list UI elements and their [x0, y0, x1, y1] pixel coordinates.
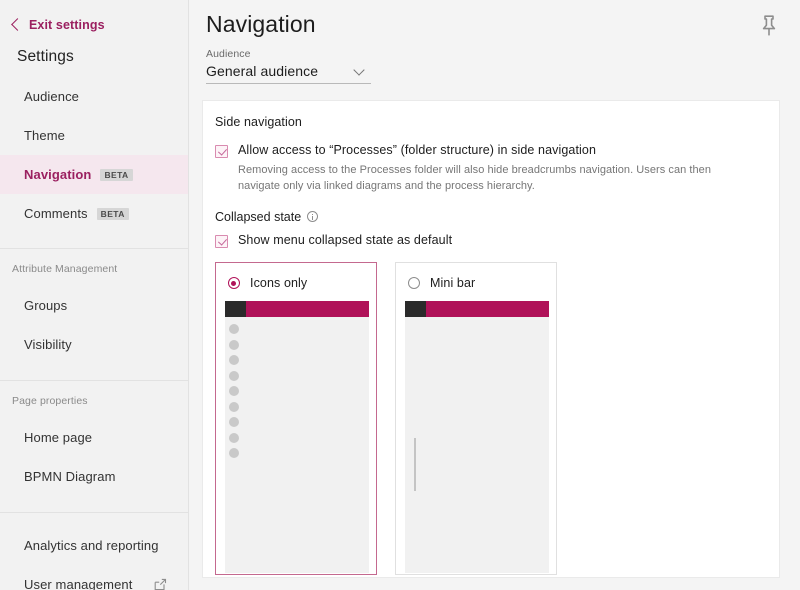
- mock-dot: [229, 324, 239, 335]
- processes-access-checkbox[interactable]: [215, 145, 228, 158]
- mock-dot: [229, 448, 239, 459]
- sidebar-item-analytics-and-reporting[interactable]: Analytics and reporting: [0, 526, 188, 565]
- collapsed-state-heading: Collapsed state: [215, 209, 302, 224]
- mock-accent-bar: [426, 301, 549, 318]
- radio-mini-bar[interactable]: [408, 277, 420, 290]
- settings-sidebar: Exit settings Settings Audience Theme Na…: [0, 0, 189, 590]
- sidebar-item-groups[interactable]: Groups: [0, 286, 188, 325]
- sidebar-item-visibility[interactable]: Visibility: [0, 325, 188, 364]
- sidebar-item-user-management[interactable]: User management: [0, 565, 188, 590]
- info-icon[interactable]: [307, 211, 319, 223]
- audience-label: Audience: [206, 48, 251, 60]
- sidebar-item-label: Audience: [24, 89, 80, 104]
- sidebar-item-bpmn-diagram[interactable]: BPMN Diagram: [0, 457, 188, 496]
- mock-dot: [229, 339, 239, 350]
- side-navigation-heading: Side navigation: [215, 115, 302, 129]
- chevron-down-icon: [353, 63, 365, 76]
- mock-dot: [229, 355, 239, 366]
- collapsed-default-setting: Show menu collapsed state as default: [215, 233, 779, 249]
- mock-dot: [229, 386, 239, 397]
- sidebar-group-label-attribute-management: Attribute Management: [12, 263, 118, 275]
- sidebar-item-comments[interactable]: Comments BETA: [0, 194, 188, 233]
- sidebar-item-home-page[interactable]: Home page: [0, 418, 188, 457]
- mock-mini-bar-strip: [414, 438, 416, 492]
- sidebar-item-label: Theme: [24, 128, 65, 143]
- pushpin-icon: [758, 14, 780, 43]
- sidebar-title: Settings: [17, 48, 74, 65]
- sidebar-item-label: Home page: [24, 430, 93, 445]
- page-title: Navigation: [206, 11, 316, 37]
- sidebar-item-theme[interactable]: Theme: [0, 116, 188, 155]
- sidebar-item-label: Analytics and reporting: [24, 538, 159, 553]
- option-card-icons-only[interactable]: Icons only: [215, 262, 377, 576]
- option-label-icons-only: Icons only: [250, 276, 308, 291]
- collapsed-state-options: Icons only Mini bar: [215, 262, 779, 576]
- sidebar-item-label: User management: [24, 577, 133, 590]
- option-label-mini-bar: Mini bar: [430, 276, 476, 291]
- processes-access-label: Allow access to “Processes” (folder stru…: [238, 143, 597, 157]
- mock-dot: [229, 432, 239, 443]
- sidebar-item-label: Visibility: [24, 337, 72, 352]
- collapsed-default-checkbox[interactable]: [215, 234, 228, 248]
- processes-access-setting: Allow access to “Processes” (folder stru…: [215, 143, 779, 195]
- settings-page: Exit settings Settings Audience Theme Na…: [0, 0, 800, 590]
- option-header-icons-only: Icons only: [225, 272, 367, 294]
- option-header-mini-bar: Mini bar: [405, 272, 547, 294]
- external-link-icon: [154, 578, 167, 590]
- sidebar-item-label: Comments: [24, 206, 88, 221]
- collapsed-state-heading-row: Collapsed state: [215, 210, 779, 224]
- exit-settings-label: Exit settings: [29, 17, 105, 32]
- mock-topbar: [405, 301, 549, 318]
- sidebar-item-label: BPMN Diagram: [24, 469, 116, 484]
- mock-dot: [229, 401, 239, 412]
- audience-selected-value: General audience: [206, 63, 319, 79]
- mock-topbar: [225, 301, 369, 318]
- radio-icons-only[interactable]: [228, 277, 240, 290]
- mock-accent-bar: [246, 301, 369, 318]
- chevron-left-icon: [11, 18, 24, 31]
- beta-badge: BETA: [100, 168, 133, 181]
- beta-badge: BETA: [96, 207, 129, 220]
- exit-settings-button[interactable]: Exit settings: [0, 0, 188, 34]
- navigation-settings-card: Side navigation Allow access to “Process…: [202, 100, 780, 578]
- pin-panel-button[interactable]: [755, 14, 783, 42]
- mock-icon-dots: [229, 324, 239, 459]
- main-content: Navigation Audience General audience Sid…: [189, 0, 800, 590]
- mock-logo: [405, 301, 426, 318]
- sidebar-item-label: Groups: [24, 298, 68, 313]
- sidebar-item-navigation[interactable]: Navigation BETA: [0, 155, 188, 194]
- audience-field: Audience General audience: [189, 38, 800, 84]
- sidebar-item-audience[interactable]: Audience: [0, 77, 188, 116]
- mock-dot: [229, 417, 239, 428]
- mock-dot: [229, 370, 239, 381]
- option-card-mini-bar[interactable]: Mini bar: [395, 262, 557, 576]
- preview-mock-icons-only: [225, 301, 369, 574]
- collapsed-default-label: Show menu collapsed state as default: [238, 232, 453, 247]
- processes-access-description: Removing access to the Processes folder …: [238, 163, 711, 193]
- mock-logo: [225, 301, 246, 318]
- preview-mock-mini-bar: [405, 301, 549, 574]
- sidebar-group-label-page-properties: Page properties: [12, 395, 88, 407]
- sidebar-divider: [0, 512, 189, 513]
- sidebar-item-label: Navigation: [24, 167, 92, 182]
- audience-select[interactable]: General audience: [206, 63, 371, 84]
